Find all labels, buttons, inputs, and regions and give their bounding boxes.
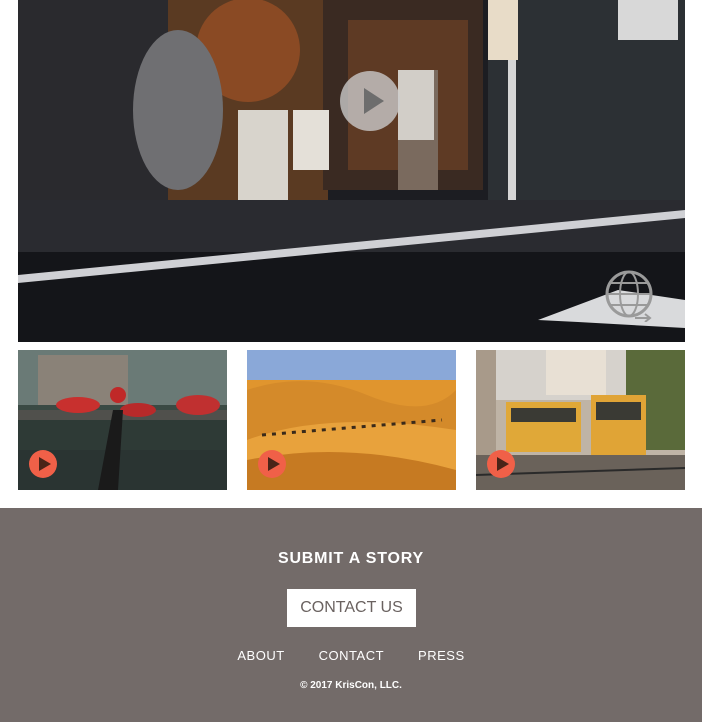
- site-footer: SUBMIT A STORY CONTACT US ABOUT CONTACT …: [0, 508, 702, 722]
- play-icon[interactable]: [29, 450, 57, 478]
- play-icon[interactable]: [487, 450, 515, 478]
- video-thumbnail-1[interactable]: [18, 350, 227, 490]
- footer-link-press[interactable]: PRESS: [418, 648, 465, 663]
- globe-icon[interactable]: [603, 268, 655, 322]
- copyright-text: © 2017 KrisCon, LLC.: [300, 680, 402, 691]
- footer-link-about[interactable]: ABOUT: [237, 648, 284, 663]
- video-thumbnail-2[interactable]: [247, 350, 456, 490]
- hero-video[interactable]: [18, 0, 685, 342]
- play-icon[interactable]: [258, 450, 286, 478]
- contact-us-button[interactable]: CONTACT US: [287, 589, 416, 627]
- video-thumbnail-3[interactable]: [476, 350, 685, 490]
- submit-story-heading: SUBMIT A STORY: [277, 550, 425, 567]
- hero-video-image: [18, 0, 685, 342]
- footer-link-contact[interactable]: CONTACT: [319, 648, 384, 663]
- play-icon[interactable]: [340, 71, 400, 131]
- footer-nav: ABOUT CONTACT PRESS: [0, 648, 702, 663]
